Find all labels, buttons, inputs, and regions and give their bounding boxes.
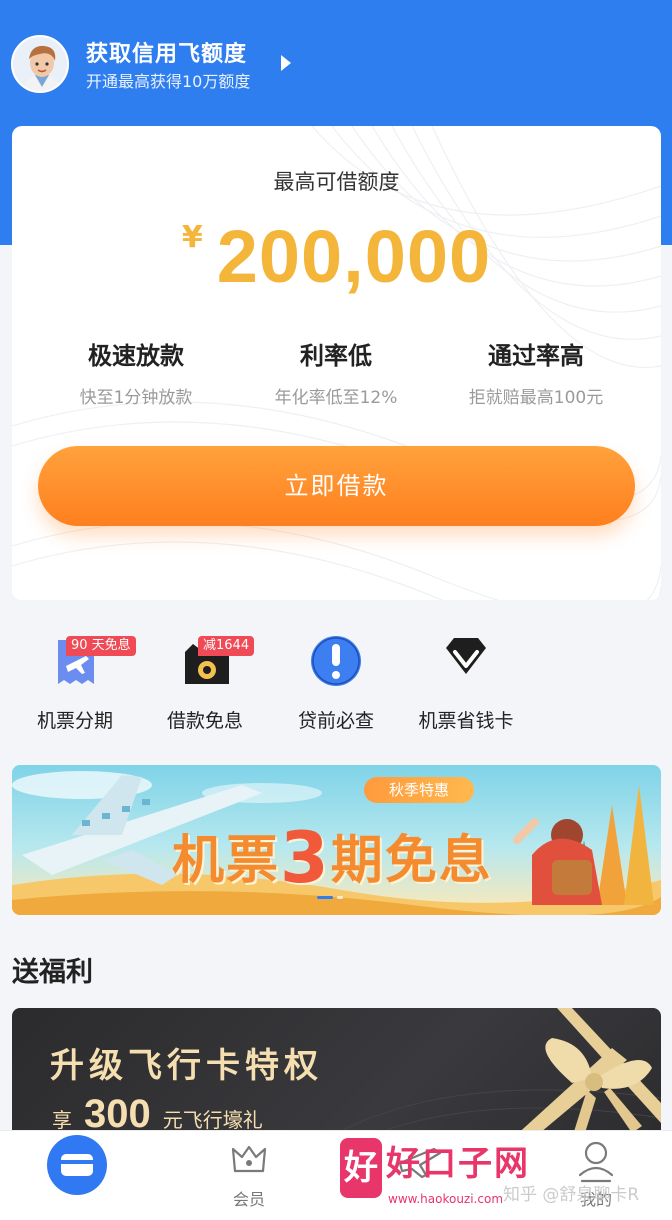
banner-text-after: 期免息 <box>330 831 493 891</box>
diamond-check-icon <box>401 630 531 692</box>
ticket-plane-icon: 90 天免息 <box>10 630 140 692</box>
bottom-tab-bar: 会员 我的 <box>0 1130 672 1220</box>
quick-link-ticket-installment[interactable]: 90 天免息 机票分期 <box>10 630 140 733</box>
currency-symbol: ¥ <box>181 220 203 255</box>
quick-link-label: 机票省钱卡 <box>418 710 514 732</box>
promo-banner[interactable]: 秋季特惠 机票3期免息 <box>12 765 661 915</box>
header-banner[interactable]: 获取信用飞额度 开通最高获得10万额度 <box>0 0 672 125</box>
card-icon <box>47 1135 107 1195</box>
tab-label: 会员 <box>232 1190 265 1209</box>
credit-limit-label: 最高可借额度 <box>273 170 400 194</box>
borrow-now-button[interactable]: 立即借款 <box>38 446 635 526</box>
watermark-site-name: 好口子网 <box>386 1144 530 1184</box>
tab-home[interactable] <box>17 1131 137 1220</box>
upgrade-card-promo[interactable]: 升级飞行卡特权 享 300 元飞行壕礼 <box>12 1008 661 1148</box>
watermark-zhihu: 知乎 @舒泉聊卡R <box>503 1185 640 1205</box>
avatar <box>11 35 69 93</box>
section-title: 送福利 <box>12 957 93 988</box>
credit-card: 最高可借额度 ¥200,000 极速放款 快至1分钟放款 利率低 年化率低至12… <box>12 126 661 600</box>
tab-profile[interactable]: 我的 <box>536 1131 656 1220</box>
feature-fast: 极速放款 快至1分钟放款 <box>36 336 236 408</box>
promo-title: 升级飞行卡特权 <box>50 1046 323 1086</box>
promo-badge: 90 天免息 <box>66 636 136 656</box>
banner-text-before: 机票 <box>172 831 281 891</box>
feature-subtitle: 快至1分钟放款 <box>79 388 193 408</box>
feature-low-rate: 利率低 年化率低至12% <box>236 336 436 408</box>
watermark-url: www.haokouzi.com <box>388 1192 504 1206</box>
quick-link-savings-card[interactable]: 机票省钱卡 <box>401 630 531 733</box>
wallet-coin-icon: 减1644 <box>140 630 270 692</box>
promo-prefix: 享 <box>52 1108 72 1132</box>
quick-link-label: 贷前必查 <box>297 710 374 732</box>
carousel-dot[interactable] <box>337 896 343 899</box>
feature-high-approval: 通过率高 拒就赔最高100元 <box>436 336 636 408</box>
credit-amount: ¥200,000 <box>12 214 661 299</box>
feature-subtitle: 年化率低至12% <box>274 388 398 408</box>
feature-title: 利率低 <box>300 342 372 370</box>
header-subtitle: 开通最高获得10万额度 <box>86 72 251 91</box>
quick-link-pre-loan-check[interactable]: 贷前必查 <box>271 630 401 733</box>
watermark-logo: 好 <box>340 1138 382 1198</box>
promo-suffix: 元飞行壕礼 <box>162 1108 263 1132</box>
chevron-right-icon[interactable] <box>281 55 291 71</box>
quick-link-label: 借款免息 <box>166 710 243 732</box>
quick-link-label: 机票分期 <box>36 710 113 732</box>
quick-link-interest-free[interactable]: 减1644 借款免息 <box>140 630 270 733</box>
header-title: 获取信用飞额度 <box>86 42 248 67</box>
exclamation-circle-icon <box>271 630 401 692</box>
tab-membership[interactable]: 会员 <box>189 1131 309 1220</box>
carousel-dot-active[interactable] <box>317 896 333 899</box>
promo-badge: 减1644 <box>198 636 255 656</box>
amount-value: 200,000 <box>216 215 492 298</box>
crown-icon <box>231 1145 267 1173</box>
carousel-indicator[interactable] <box>317 896 343 899</box>
banner-text-number: 3 <box>280 817 331 899</box>
feature-title: 极速放款 <box>88 342 184 370</box>
banner-tag: 秋季特惠 <box>364 777 474 803</box>
banner-headline: 机票3期免息 <box>172 813 493 899</box>
feature-title: 通过率高 <box>488 342 584 370</box>
feature-subtitle: 拒就赔最高100元 <box>468 388 604 408</box>
